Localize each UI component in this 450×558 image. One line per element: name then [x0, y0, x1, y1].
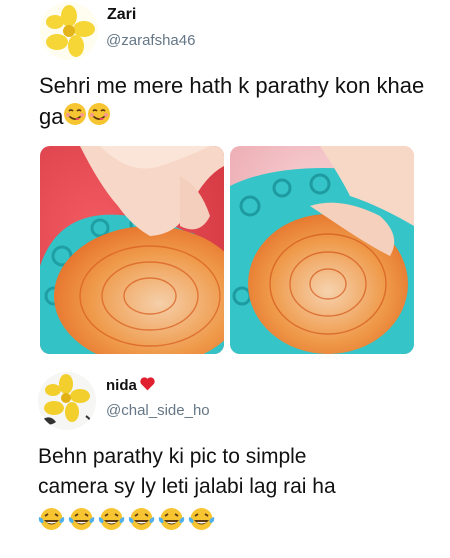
- laughing-emoji-row: [38, 507, 215, 531]
- laughing-tears-emoji: [98, 508, 125, 530]
- avatar[interactable]: [40, 2, 98, 60]
- reply-text: Behn parathy ki pic to simple camera sy …: [38, 442, 438, 502]
- laughing-tears-emoji: [68, 508, 95, 530]
- red-heart-emoji: [139, 376, 156, 395]
- display-name[interactable]: Zari: [107, 6, 136, 24]
- paratha-photo-right[interactable]: [230, 146, 414, 354]
- photo-grid: [40, 146, 414, 354]
- laughing-tears-emoji: [128, 508, 155, 530]
- reply-text-line-1: Behn parathy ki pic to simple: [38, 445, 307, 468]
- reply-text-line-2: camera sy ly leti jalabi lag rai ha: [38, 475, 336, 498]
- tweet-text: Sehri me mere hath k parathy kon khae ga: [39, 70, 429, 134]
- avatar-flower-icon: [38, 372, 96, 430]
- paratha-photo-left[interactable]: [40, 146, 224, 354]
- display-name: nida: [106, 376, 156, 395]
- laughing-tears-emoji: [38, 508, 65, 530]
- original-tweet: Zari @zarafsha46 Sehri me mere hath k pa…: [0, 0, 450, 362]
- display-name-text[interactable]: nida: [106, 377, 137, 394]
- reply-tweet: nida @chal_side_ho Behn parathy ki pic t…: [0, 362, 450, 558]
- face-savoring-food-emoji: [63, 102, 87, 134]
- avatar-flower-icon: [40, 2, 98, 60]
- laughing-tears-emoji: [188, 508, 215, 530]
- laughing-tears-emoji: [158, 508, 185, 530]
- avatar[interactable]: [38, 372, 96, 430]
- user-handle[interactable]: @zarafsha46: [106, 32, 195, 49]
- user-handle[interactable]: @chal_side_ho: [106, 402, 210, 419]
- face-savoring-food-emoji: [87, 102, 111, 134]
